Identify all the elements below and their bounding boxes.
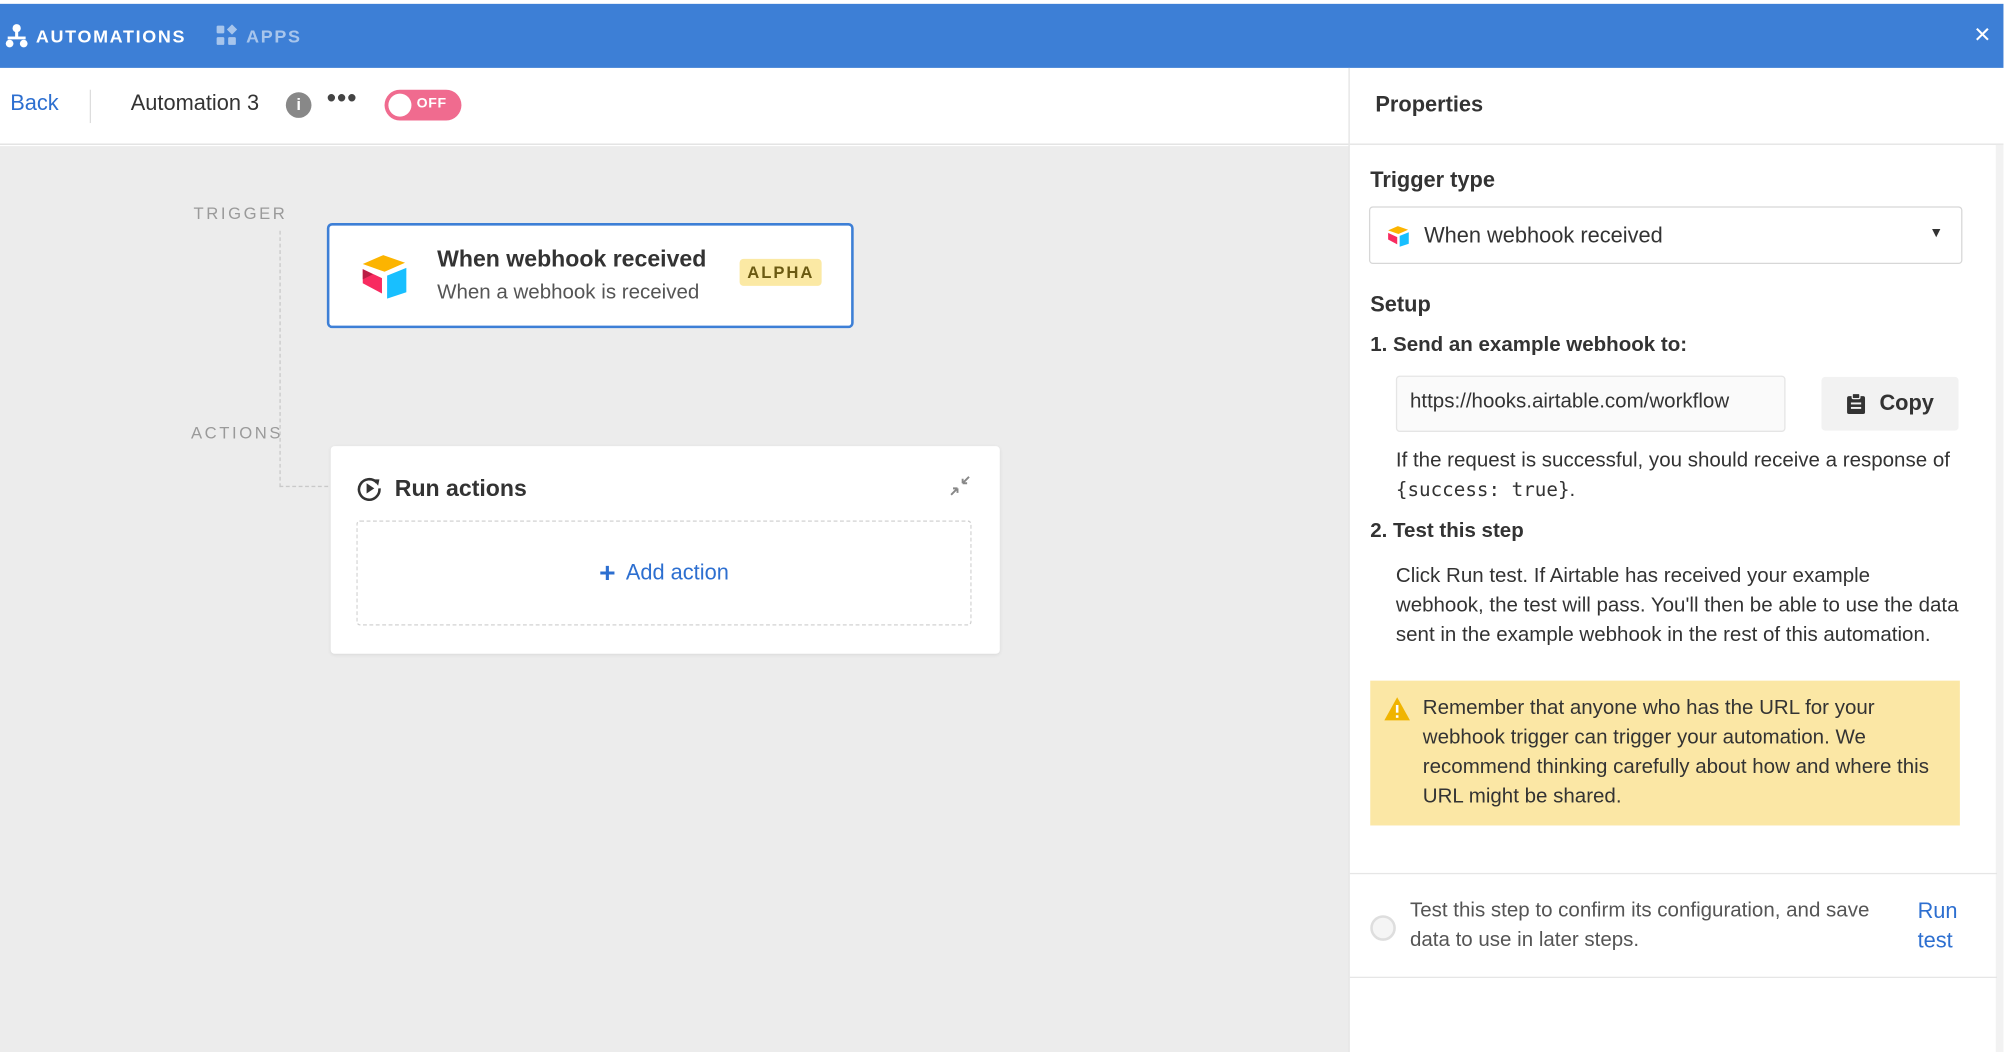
connector-line <box>279 485 329 488</box>
apps-icon <box>216 24 238 45</box>
trigger-title: When webhook received <box>437 246 707 272</box>
automation-name[interactable]: Automation 3 <box>131 91 259 117</box>
divider <box>89 89 92 124</box>
info-icon[interactable]: i <box>285 92 312 118</box>
copy-button[interactable]: Copy <box>1821 376 1959 431</box>
actions-card[interactable]: Run actions + Add action <box>330 446 1000 654</box>
workflow-canvas: TRIGGER ACTIONS When webhook received Wh… <box>0 146 1349 1052</box>
test-step-row: Test this step to confirm its configurat… <box>1349 872 1998 979</box>
run-test-button[interactable]: Run test <box>1918 896 1969 955</box>
status-circle-icon <box>1370 915 1396 941</box>
properties-header: Properties <box>1349 68 2004 145</box>
collapse-icon[interactable] <box>949 474 972 497</box>
setup-label: Setup <box>1370 292 1431 317</box>
automation-toggle[interactable]: OFF <box>384 89 462 121</box>
add-action-button[interactable]: + Add action <box>356 520 972 626</box>
warning-banner: Remember that anyone who has the URL for… <box>1370 680 1960 826</box>
actions-title: Run actions <box>394 475 527 502</box>
airtable-logo-icon <box>362 255 407 299</box>
run-actions-icon <box>357 477 381 501</box>
tab-automations[interactable]: AUTOMATIONS <box>5 4 186 68</box>
trigger-type-select[interactable]: When webhook received ▼ <box>1368 206 1963 265</box>
warning-icon <box>1384 697 1410 721</box>
plus-icon: + <box>599 556 616 589</box>
success-text-end: . <box>1569 479 1576 502</box>
back-link[interactable]: Back <box>10 91 58 117</box>
clipboard-icon <box>1847 392 1866 415</box>
app-window: AUTOMATIONS APPS × Back Automation 3 i •… <box>0 0 2010 1052</box>
warning-text: Remember that anyone who has the URL for… <box>1422 697 1929 808</box>
step2-label: 2. Test this step <box>1370 520 1524 543</box>
automations-icon <box>5 24 28 48</box>
add-action-label: Add action <box>625 560 729 585</box>
close-icon[interactable]: × <box>1974 20 1990 49</box>
chevron-down-icon: ▼ <box>1929 225 1944 241</box>
trigger-type-label: Trigger type <box>1370 167 1495 193</box>
copy-label: Copy <box>1879 390 1934 416</box>
properties-title: Properties <box>1375 92 1484 117</box>
top-bar: AUTOMATIONS APPS × <box>0 3 2004 68</box>
trigger-subtitle: When a webhook is received <box>437 281 700 304</box>
automation-header: Back Automation 3 i ••• OFF <box>0 67 1349 145</box>
webhook-url-field[interactable]: https://hooks.airtable.com/workflow <box>1395 375 1786 432</box>
toggle-label: OFF <box>416 96 447 112</box>
tab-apps-label: APPS <box>246 25 302 47</box>
trigger-type-value: When webhook received <box>1424 223 1663 248</box>
success-message: If the request is successful, you should… <box>1396 446 1960 505</box>
airtable-logo-icon <box>1388 226 1409 247</box>
step2-description: Click Run test. If Airtable has received… <box>1395 565 1959 647</box>
trigger-card[interactable]: When webhook received When a webhook is … <box>326 223 854 329</box>
tab-apps[interactable]: APPS <box>215 4 301 68</box>
alpha-badge: ALPHA <box>739 258 822 286</box>
actions-lane-label: ACTIONS <box>190 422 284 443</box>
trigger-lane-label: TRIGGER <box>193 203 288 224</box>
toggle-knob <box>388 93 412 117</box>
success-text: If the request is successful, you should… <box>1395 449 1950 472</box>
more-options-icon[interactable]: ••• <box>327 85 358 114</box>
webhook-url: https://hooks.airtable.com/workflow <box>1409 390 1730 413</box>
step1-label: 1. Send an example webhook to: <box>1370 334 1688 357</box>
test-description: Test this step to confirm its configurat… <box>1409 899 1870 952</box>
connector-line <box>279 230 281 488</box>
properties-panel: Properties Trigger type When webhook rec… <box>1348 67 2004 1052</box>
tab-automations-label: AUTOMATIONS <box>35 25 187 47</box>
success-code: {success: true} <box>1395 478 1570 502</box>
